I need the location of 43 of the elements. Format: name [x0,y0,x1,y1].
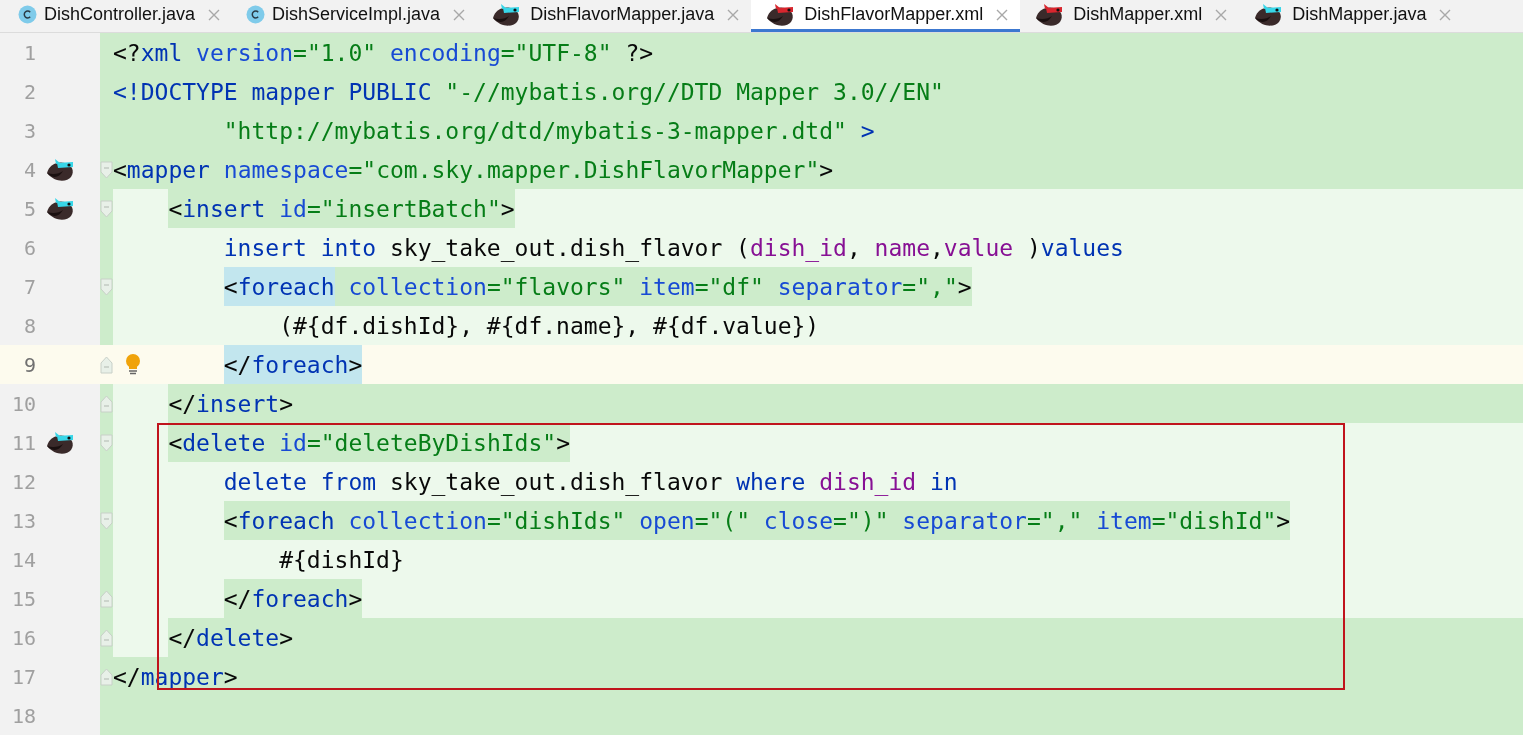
editor-tab[interactable]: DishMapper.xml [1020,0,1240,32]
editor-tab[interactable]: DishFlavorMapper.xml [751,0,1021,32]
line-number: 11 [10,430,36,455]
line-number: 4 [22,157,36,182]
fold-icon[interactable] [100,355,113,374]
editor-tab[interactable]: DishMapper.java [1239,0,1464,32]
fold-icon[interactable] [100,511,113,530]
fold-icon[interactable] [100,628,113,647]
editor-tab[interactable]: DishController.java [4,0,233,32]
line-number: 18 [10,703,36,728]
line-number: 17 [10,664,36,689]
line-number: 6 [22,235,36,260]
line-number: 2 [22,79,36,104]
line-number: 15 [10,586,36,611]
line-number: 3 [22,118,36,143]
line-number: 16 [10,625,36,650]
close-icon[interactable] [1439,8,1452,21]
close-icon[interactable] [727,8,740,21]
line-number: 5 [22,196,36,221]
line-number: 9 [22,352,36,377]
fold-icon[interactable] [100,394,113,413]
line-number: 7 [22,274,36,299]
line-number: 8 [22,313,36,338]
line-number: 13 [10,508,36,533]
line-number: 1 [22,40,36,65]
fold-icon[interactable] [100,589,113,608]
fold-icon[interactable] [100,199,113,218]
fold-icon[interactable] [100,667,113,686]
editor-tab[interactable]: DishServiceImpl.java [232,0,478,32]
fold-icon[interactable] [100,277,113,296]
lightbulb-icon[interactable] [124,353,142,375]
class-icon [18,5,37,24]
fold-icon[interactable] [100,433,113,452]
line-number: 10 [10,391,36,416]
close-icon[interactable] [208,8,221,21]
line-number: 12 [10,469,36,494]
editor-tab[interactable]: DishFlavorMapper.java [477,0,752,32]
close-icon[interactable] [1215,8,1228,21]
close-icon[interactable] [996,8,1009,21]
class-icon [246,5,266,24]
line-number: 14 [10,547,36,572]
close-icon[interactable] [453,8,466,21]
fold-icon[interactable] [100,160,113,179]
